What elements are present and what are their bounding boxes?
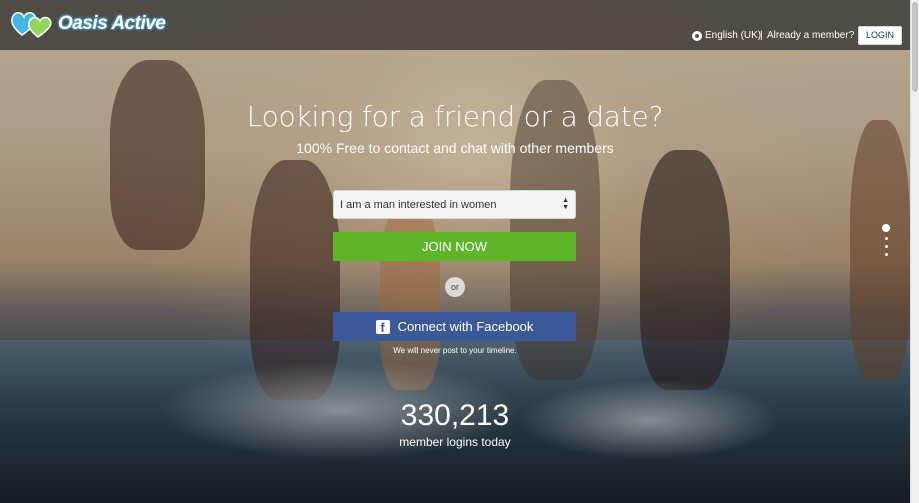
- language-label: English (UK): [705, 30, 762, 41]
- brand-name: Oasis Active: [58, 13, 166, 34]
- slider-dot-3[interactable]: [884, 245, 888, 248]
- slider-dot-4[interactable]: [884, 253, 888, 256]
- language-selector[interactable]: English (UK): [692, 30, 761, 41]
- slider-dot-2[interactable]: [884, 237, 888, 240]
- hearts-logo-icon: [10, 9, 56, 39]
- facebook-note: We will never post to your timeline.: [393, 346, 517, 355]
- connect-facebook-button[interactable]: f Connect with Facebook: [333, 312, 576, 341]
- slider-dots: [881, 224, 891, 261]
- globe-icon: [692, 30, 702, 41]
- facebook-icon: f: [375, 319, 390, 334]
- updown-arrows-icon: ▲ ▼: [562, 197, 569, 211]
- member-count-label: member logins today: [399, 435, 511, 449]
- brand-logo[interactable]: Oasis Active: [10, 9, 166, 39]
- page-headline: Looking for a friend or a date?: [246, 100, 664, 133]
- scrollbar-thumb[interactable]: [912, 2, 918, 92]
- slider-dot-1[interactable]: [882, 224, 890, 232]
- facebook-button-label: Connect with Facebook: [397, 319, 534, 334]
- already-member-text: Already a member?: [767, 30, 855, 41]
- join-now-button[interactable]: JOIN NOW: [333, 232, 576, 261]
- member-count: 330,213: [400, 399, 510, 432]
- page-subheadline: 100% Free to contact and chat with other…: [296, 140, 614, 156]
- gender-preference-select[interactable]: I am a man interested in women ▲ ▼: [333, 190, 576, 219]
- top-bar: Oasis Active English (UK) | Already a me…: [0, 0, 910, 50]
- select-value: I am a man interested in women: [340, 199, 497, 211]
- or-divider: or: [445, 277, 465, 297]
- header-separator: |: [760, 30, 763, 41]
- login-button[interactable]: LOGIN: [858, 26, 902, 45]
- page-scrollbar[interactable]: [910, 0, 919, 503]
